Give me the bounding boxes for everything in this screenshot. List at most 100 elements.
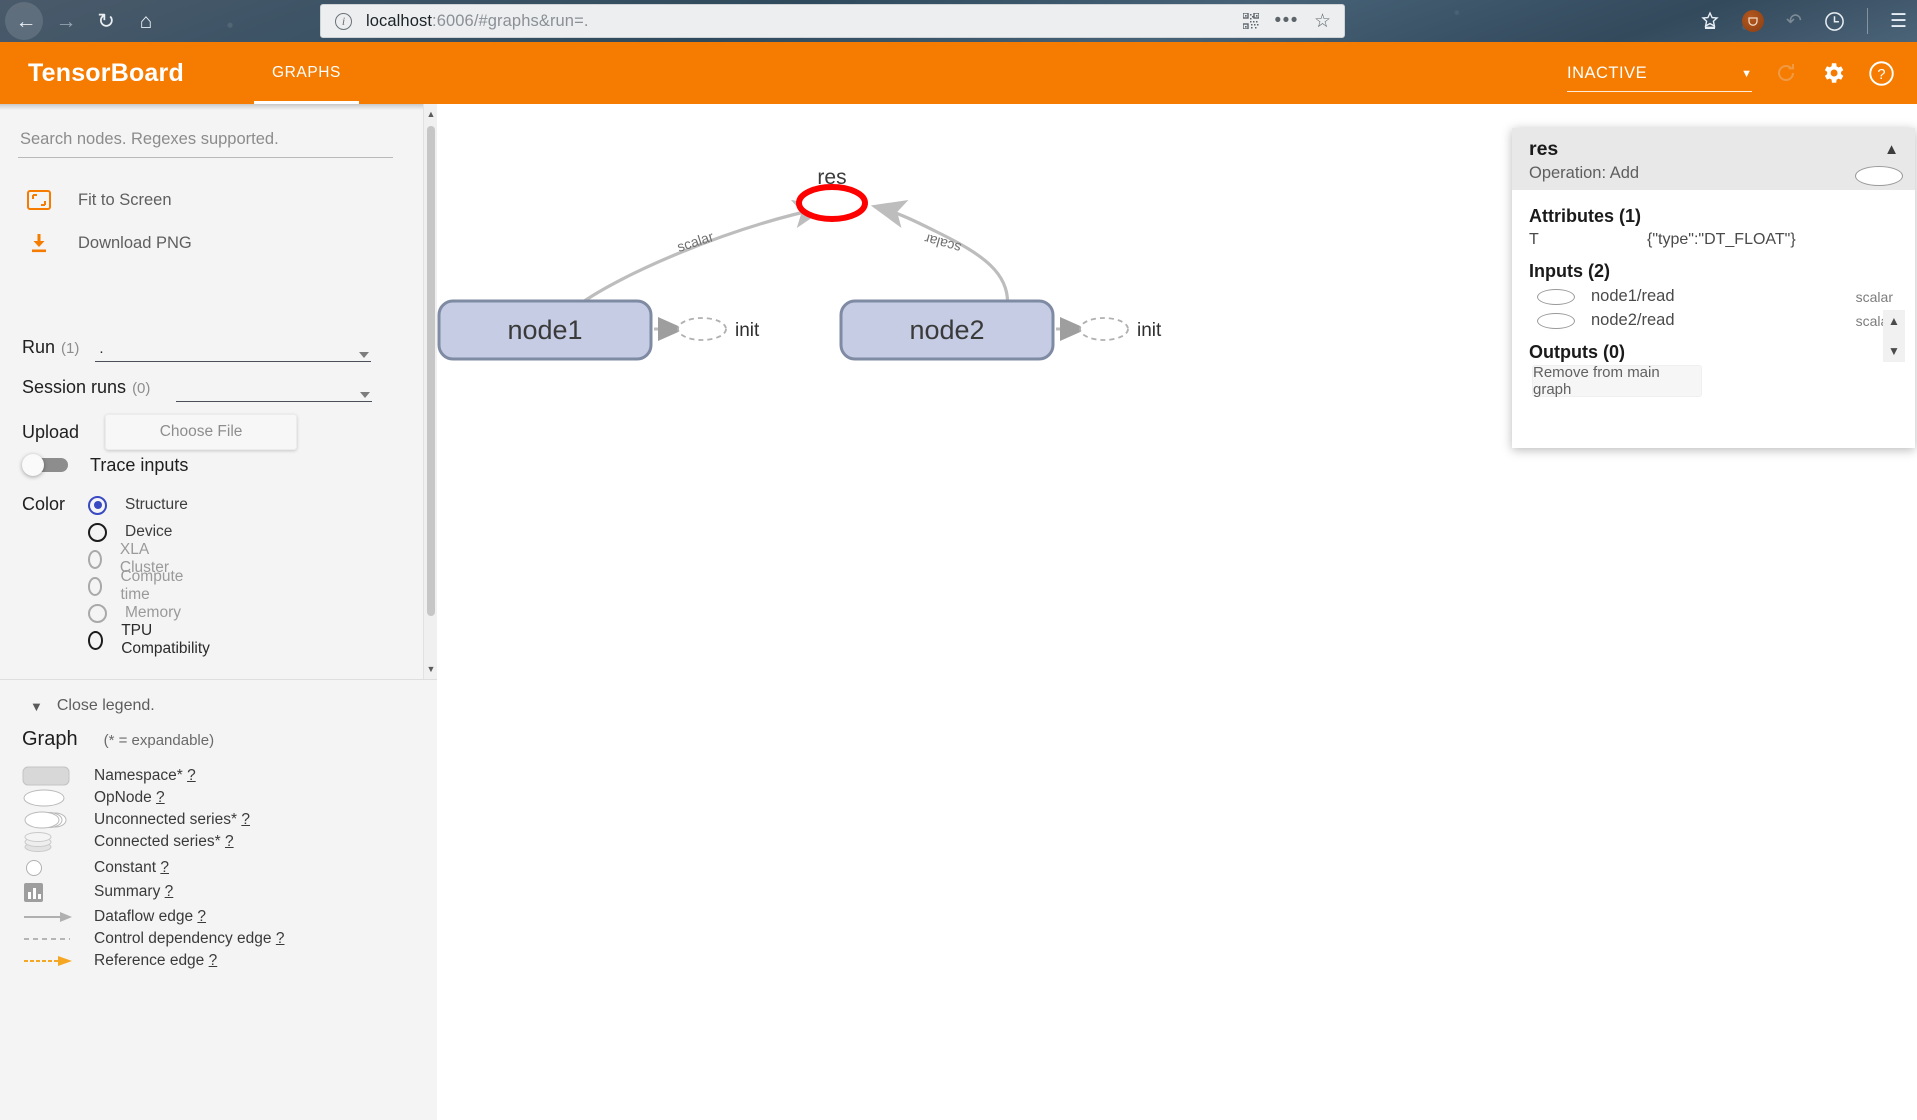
fit-to-screen-button[interactable]: Fit to Screen (22, 190, 172, 210)
radio-indicator (88, 495, 107, 515)
legend-text: Constant (94, 859, 157, 876)
qr-code-icon[interactable] (1243, 13, 1260, 29)
scrollbar-thumb[interactable] (427, 126, 435, 616)
control-dependency-edge-icon (22, 934, 94, 944)
input-name: node2/read (1591, 311, 1675, 329)
node-res[interactable] (796, 184, 868, 222)
dataflow-edge-icon (22, 910, 94, 924)
remove-from-main-graph-button[interactable]: Remove from main graph (1532, 364, 1702, 398)
node-init-1[interactable] (677, 317, 727, 341)
outputs-heading: Outputs (0) (1529, 342, 1625, 362)
sidebar: Fit to Screen Download PNG Run (1) . S (0, 104, 437, 1120)
legend-label-reference-edge: Reference edge ? (94, 952, 217, 970)
fit-to-screen-icon (22, 190, 56, 210)
help-link[interactable]: ? (276, 930, 285, 947)
help-link[interactable]: ? (165, 883, 174, 900)
reload-button[interactable]: ↻ (86, 1, 126, 41)
inputs-scrollbar[interactable]: ▲ ▼ (1883, 310, 1905, 362)
run-count: (1) (61, 340, 80, 357)
legend-item-unconnected-series: Unconnected series* ? (22, 809, 250, 831)
scroll-up-arrow[interactable]: ▲ (424, 106, 437, 122)
scroll-down-arrow[interactable]: ▼ (424, 661, 437, 677)
tensorboard-logo[interactable]: TensorBoard (28, 59, 184, 88)
summary-icon (22, 881, 94, 903)
radio-device-label: Device (125, 523, 173, 540)
help-link[interactable]: ? (225, 833, 234, 850)
page-actions-icon[interactable]: ••• (1274, 11, 1298, 30)
reload-data-button[interactable] (1774, 61, 1798, 85)
help-link[interactable]: ? (156, 789, 165, 806)
legend-panel: ▼ Close legend. Graph (* = expandable) N… (0, 679, 437, 1120)
radio-indicator (88, 522, 107, 542)
legend-text: Reference edge (94, 952, 205, 969)
close-legend-label: Close legend. (56, 697, 155, 714)
save-to-pocket-icon[interactable] (1700, 11, 1720, 31)
close-legend-button[interactable]: ▼ Close legend. (30, 697, 155, 715)
node-info-title: res (1529, 138, 1559, 160)
legend-text: Dataflow edge (94, 908, 194, 925)
node-init-2[interactable] (1079, 317, 1129, 341)
history-icon[interactable] (1824, 11, 1845, 32)
help-link[interactable]: ? (197, 908, 206, 925)
help-link[interactable]: ? (187, 767, 196, 784)
run-value: . (99, 340, 104, 357)
chevron-up-icon[interactable]: ▲ (1884, 141, 1899, 158)
download-icon (22, 232, 56, 254)
node-info-header: res Operation: Add ▲ (1512, 128, 1915, 190)
opnode-icon (1855, 166, 1903, 186)
bookmark-star-icon[interactable]: ☆ (1314, 10, 1331, 33)
download-png-label: Download PNG (78, 233, 192, 252)
radio-indicator (88, 576, 103, 596)
help-link[interactable]: ? (241, 811, 250, 828)
settings-button[interactable] (1820, 60, 1846, 86)
session-runs-dropdown[interactable] (176, 380, 373, 402)
radio-structure[interactable]: Structure (88, 492, 188, 518)
input-row[interactable]: node1/read scalar (1529, 287, 1899, 306)
tab-bar: GRAPHS (253, 42, 360, 104)
search-input[interactable] (18, 130, 393, 158)
help-button[interactable]: ? (1868, 60, 1895, 87)
radio-tpu-compatibility[interactable]: TPU Compatibility (88, 622, 214, 657)
legend-text: Summary (94, 883, 161, 900)
forward-button[interactable]: → (46, 1, 86, 41)
run-state-dropdown[interactable]: INACTIVE ▼ (1567, 64, 1752, 92)
sidebar-scrollbar[interactable]: ▲ ▼ (423, 104, 437, 679)
node-info-body: Attributes (1) T {"type":"DT_FLOAT"} Inp… (1512, 190, 1915, 363)
tab-graphs[interactable]: GRAPHS (253, 42, 360, 104)
back-button[interactable]: ← (6, 1, 46, 41)
run-field: Run (1) . (22, 337, 372, 362)
radio-memory-label: Memory (125, 604, 181, 621)
trace-inputs-toggle[interactable] (22, 454, 70, 476)
chevron-down-icon: ▼ (1741, 67, 1752, 80)
scroll-up-arrow[interactable]: ▲ (1888, 314, 1900, 328)
pocket-icon[interactable] (1742, 10, 1765, 32)
run-underline (95, 361, 372, 362)
input-name: node1/read (1591, 287, 1675, 305)
toggle-knob (22, 454, 44, 476)
opnode-icon (22, 788, 94, 808)
site-info-icon[interactable]: i (335, 12, 352, 30)
legend-label-opnode: OpNode ? (94, 789, 165, 807)
graph-canvas[interactable]: scalar scalar res node1 init node2 init (437, 104, 1510, 1016)
input-row[interactable]: node2/read scalar (1529, 311, 1899, 330)
download-png-button[interactable]: Download PNG (22, 232, 192, 254)
help-link[interactable]: ? (160, 859, 169, 876)
address-bar[interactable]: i localhost:6006/#graphs&run=. ••• ☆ (320, 4, 1345, 38)
legend-item-summary: Summary ? (22, 881, 173, 903)
hamburger-menu-icon[interactable]: ☰ (1890, 10, 1907, 33)
site-info-glyph: i (341, 13, 346, 28)
sync-icon[interactable]: ↶ (1786, 10, 1802, 33)
run-dropdown[interactable]: . (95, 340, 372, 362)
legend-text: Unconnected series* (94, 811, 238, 828)
help-link[interactable]: ? (209, 952, 218, 969)
run-label: Run (22, 337, 56, 357)
legend-label-dataflow-edge: Dataflow edge ? (94, 908, 206, 926)
radio-compute-time[interactable]: Compute time (88, 568, 188, 603)
home-button[interactable]: ⌂ (126, 1, 166, 41)
node-label-node1: node1 (507, 315, 582, 345)
node-info-operation: Operation: Add (1529, 164, 1640, 182)
legend-item-control-dependency-edge: Control dependency edge ? (22, 928, 284, 950)
radio-compute-time-label: Compute time (120, 568, 184, 603)
choose-file-button[interactable]: Choose File (105, 414, 298, 450)
scroll-down-arrow[interactable]: ▼ (1888, 344, 1900, 358)
